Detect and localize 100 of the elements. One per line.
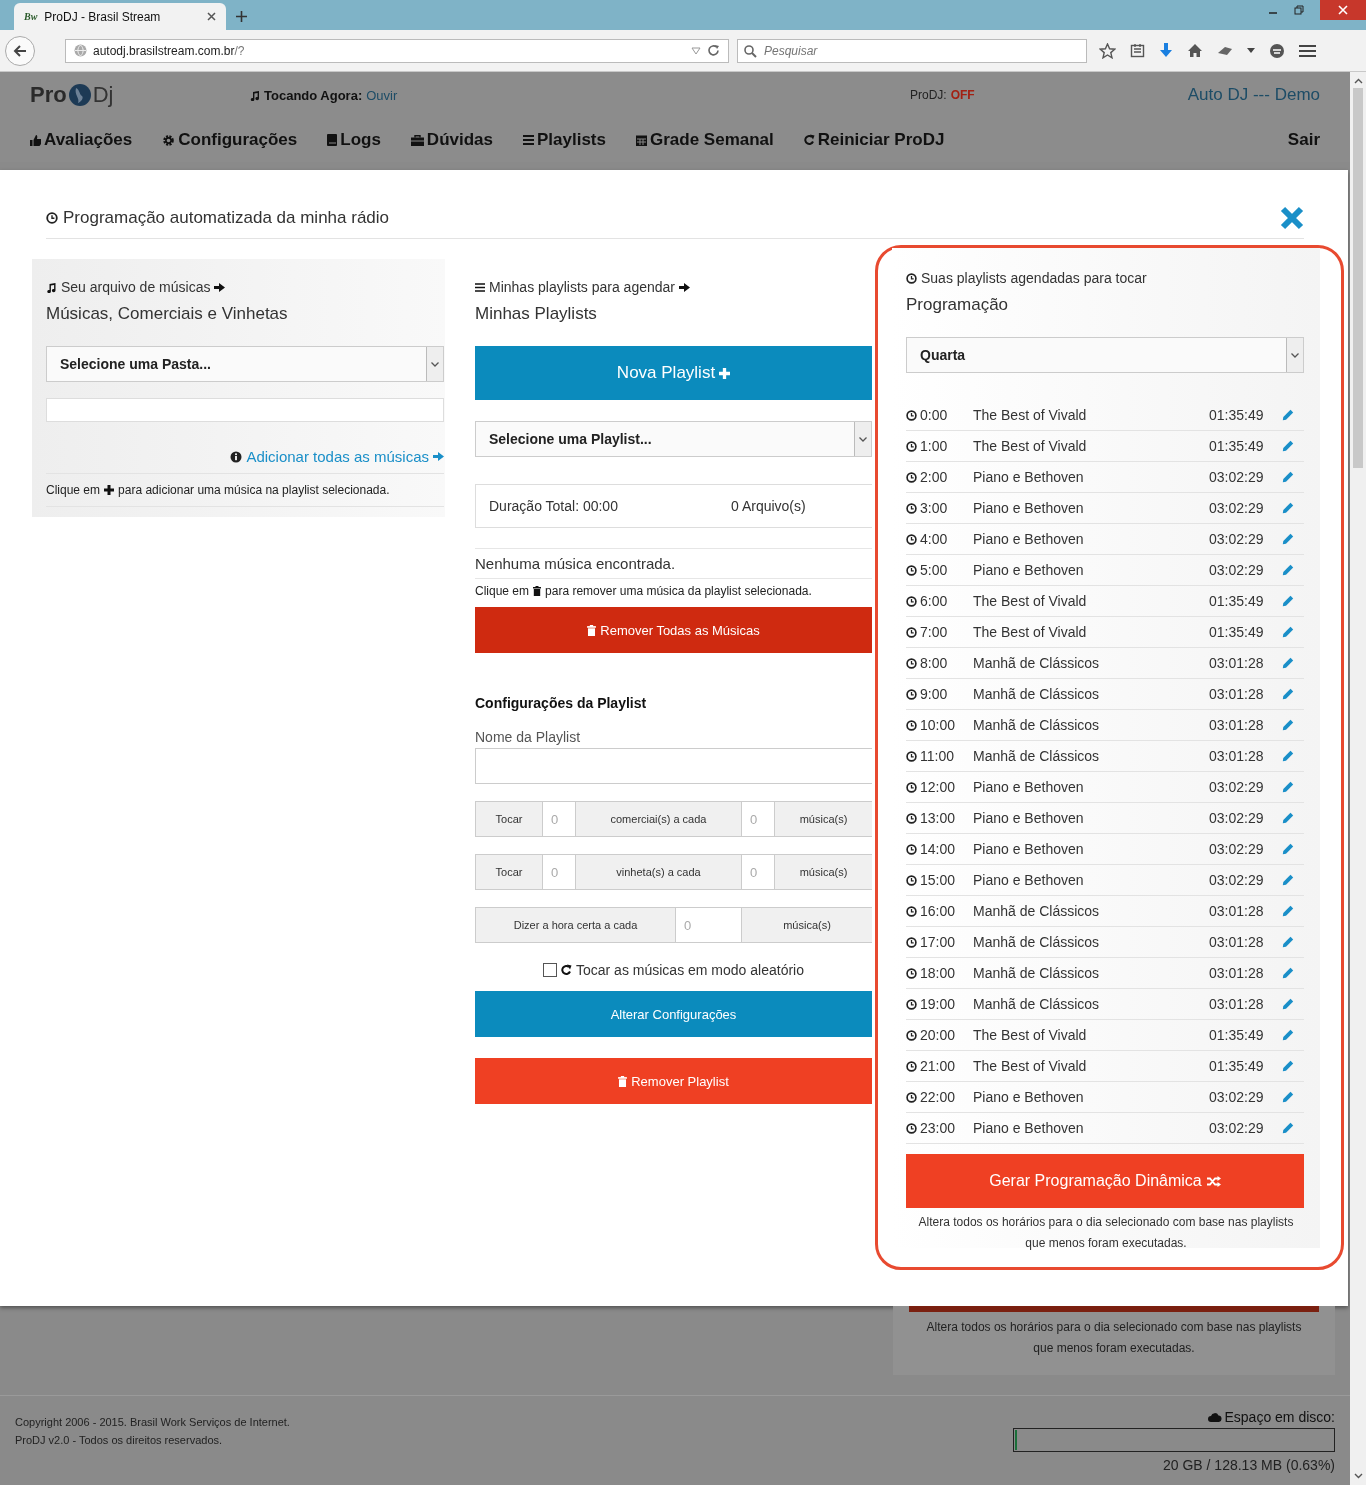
logo-text: Dj [92,82,114,108]
search-field[interactable]: Pesquisar [737,38,1087,63]
hint-text: Clique em [475,584,530,598]
input-field[interactable] [46,398,444,422]
pencil-icon[interactable] [1282,1091,1294,1103]
pencil-icon[interactable] [1282,502,1294,514]
refresh-icon [561,964,572,976]
address-bar[interactable]: autodj.brasilstream.com.br/? [65,38,729,63]
dropdown-icon[interactable] [691,46,701,55]
checkbox-label: Tocar as músicas em modo aleatório [576,962,804,978]
clock-icon [906,905,917,917]
star-icon[interactable] [1099,42,1116,59]
remove-all-button[interactable]: Remover Todas as Músicas [475,607,872,653]
pencil-icon[interactable] [1282,719,1294,731]
clock-icon [906,1029,917,1041]
caret-icon[interactable] [1247,47,1255,54]
schedule-time: 0:00 [920,407,948,423]
arrow-right-icon [433,452,444,461]
remove-playlist-button[interactable]: Remover Playlist [475,1058,872,1104]
music-note-icon [250,89,260,101]
trash-icon [533,586,542,596]
close-icon[interactable] [207,12,216,21]
generate-schedule-button[interactable]: Gerar Programação Dinâmica [906,1154,1304,1208]
section-heading: Configurações da Playlist [475,695,648,711]
pencil-icon[interactable] [1282,812,1294,824]
pencil-icon[interactable] [1282,781,1294,793]
tab-title: ProDJ - Brasil Stream [44,9,162,24]
playlist-select[interactable]: Selecione uma Playlist... [475,421,872,457]
input-addon: música(s) [775,855,872,889]
pencil-icon[interactable] [1282,564,1294,576]
disk-usage: 20 GB / 128.13 MB (0.63%) [1163,1457,1335,1473]
nav-link[interactable]: Reiniciar ProDJ [803,130,945,150]
playlist-duration: 03:02:29 [1209,810,1265,826]
pencil-icon[interactable] [1282,409,1294,421]
pencil-icon[interactable] [1282,750,1294,762]
pencil-icon[interactable] [1282,657,1294,669]
nav-link[interactable]: Logs [327,130,381,150]
schedule-time: 5:00 [920,562,948,578]
file-count: 0 Arquivo(s) [731,498,806,514]
pencil-icon[interactable] [1282,905,1294,917]
playlist-name: Piano e Bethoven [973,810,1085,826]
add-all-link[interactable]: Adicionar todas as músicas [246,448,429,465]
pencil-icon[interactable] [1282,440,1294,452]
schedule-time: 21:00 [920,1058,956,1074]
menu-icon[interactable] [1299,43,1316,58]
pencil-icon[interactable] [1282,533,1294,545]
nav-link[interactable]: Grade Semanal [636,130,774,150]
nav-link[interactable]: Configurações [162,130,298,150]
playlist-name: Piano e Bethoven [973,1089,1085,1105]
input-field[interactable] [475,748,872,784]
schedule-time: 3:00 [920,500,948,516]
schedule-time: 2:00 [920,469,948,485]
folder-select[interactable]: Selecione uma Pasta... [46,346,444,382]
pencil-icon[interactable] [1282,998,1294,1010]
pencil-icon[interactable] [1282,471,1294,483]
logout-link[interactable]: Sair [1287,130,1320,150]
chevron-up-icon[interactable] [1353,78,1363,84]
close-icon[interactable] [1280,206,1304,230]
clock-icon [906,1091,917,1103]
nav-link[interactable]: Dúvidas [410,130,493,150]
scrollbar[interactable] [1350,72,1366,1485]
back-button[interactable] [5,35,35,66]
window-close-button[interactable] [1320,0,1366,20]
playlist-duration: 03:01:28 [1209,934,1265,950]
home-icon[interactable] [1187,43,1203,58]
clock-icon [906,533,917,545]
schedule-time: 10:00 [920,717,956,733]
nav-link[interactable]: Playlists [523,130,606,150]
day-select[interactable]: Quarta [906,337,1304,373]
input-addon: música(s) [775,802,872,836]
reload-icon[interactable] [707,44,720,57]
save-settings-button[interactable]: Alterar Configurações [475,991,872,1037]
clock-icon [906,719,917,731]
plus-icon[interactable] [236,11,247,22]
pencil-icon[interactable] [1282,688,1294,700]
pencil-icon[interactable] [1282,1060,1294,1072]
pencil-icon[interactable] [1282,626,1294,638]
chat-icon[interactable] [1269,42,1285,59]
playlist-name: Manhã de Clássicos [973,996,1101,1012]
pencil-icon[interactable] [1282,1122,1294,1134]
restore-icon[interactable] [1294,5,1304,15]
nav-link[interactable]: Avaliações [30,130,133,150]
pencil-icon[interactable] [1282,595,1294,607]
pencil-icon[interactable] [1282,936,1294,948]
scrollbar-thumb[interactable] [1353,88,1363,468]
schedule-time: 4:00 [920,531,948,547]
trash-icon [587,624,597,636]
new-playlist-button[interactable]: Nova Playlist [475,346,872,400]
pencil-icon[interactable] [1282,1029,1294,1041]
browser-tab[interactable]: Bw ProDJ - Brasil Stream [14,3,226,30]
pencil-icon[interactable] [1282,843,1294,855]
pencil-icon[interactable] [1282,874,1294,886]
chevron-down-icon[interactable] [1353,1473,1363,1479]
download-icon[interactable] [1159,42,1173,59]
playlist-duration: 01:35:49 [1209,1058,1265,1074]
clipboard-icon[interactable] [1130,43,1145,58]
copyright-text: Copyright 2006 - 2015. Brasil Work Serviços de Internet. [15,1415,290,1430]
checkbox[interactable] [543,963,557,977]
pencil-icon[interactable] [1282,967,1294,979]
extension-icon[interactable] [1217,44,1233,57]
